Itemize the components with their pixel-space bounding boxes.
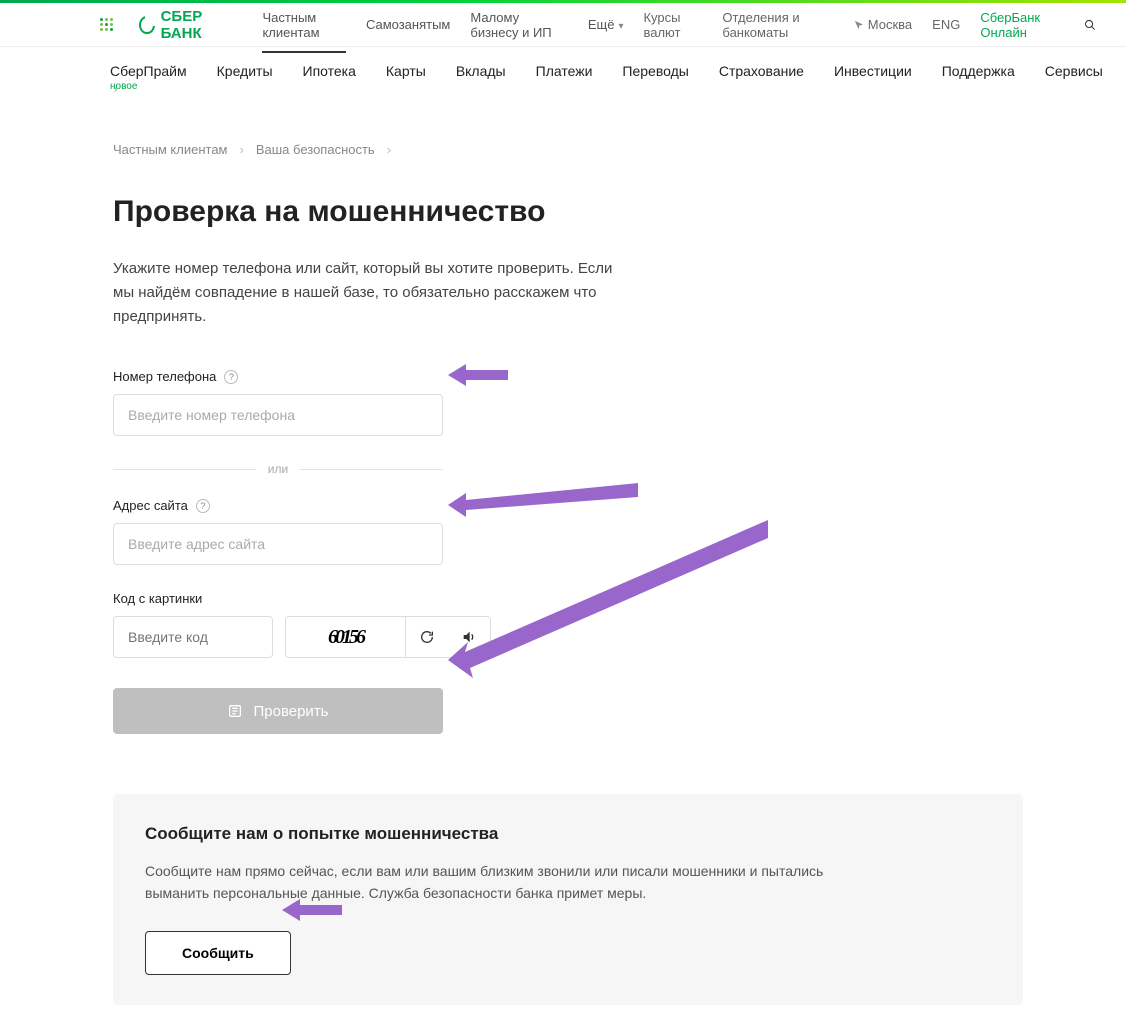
tab-more[interactable]: Ещё▾ xyxy=(588,5,624,44)
logo-ring-icon xyxy=(139,16,155,34)
page-container: Частным клиентам › Ваша безопасность › П… xyxy=(103,112,1023,1035)
captcha-row: 60156 xyxy=(113,616,1023,658)
tab-selfemployed[interactable]: Самозанятым xyxy=(366,5,450,44)
tab-private[interactable]: Частным клиентам xyxy=(262,0,346,52)
menu-icon[interactable] xyxy=(100,18,113,31)
site-label: Адрес сайта ? xyxy=(113,498,1023,513)
report-text: Сообщите нам прямо сейчас, если вам или … xyxy=(145,860,885,905)
audio-captcha-button[interactable] xyxy=(448,617,490,657)
captcha-image: 60156 xyxy=(286,617,406,657)
captcha-input[interactable] xyxy=(113,616,273,658)
link-lang[interactable]: ENG xyxy=(932,17,960,32)
shield-search-icon xyxy=(227,703,243,719)
phone-input[interactable] xyxy=(113,394,443,436)
phone-label: Номер телефона ? xyxy=(113,369,1023,384)
report-button[interactable]: Сообщить xyxy=(145,931,291,975)
logo[interactable]: СБЕР БАНК xyxy=(139,8,232,42)
speaker-icon xyxy=(461,629,477,645)
report-heading: Сообщите нам о попытке мошенничества xyxy=(145,824,991,844)
nav-mortgage[interactable]: Ипотека xyxy=(303,63,356,95)
nav-services[interactable]: Сервисы xyxy=(1045,63,1103,95)
search-icon[interactable] xyxy=(1084,17,1096,33)
captcha-label: Код с картинки xyxy=(113,591,1023,606)
crumb-sep: › xyxy=(240,142,244,157)
nav-deposits[interactable]: Вклады xyxy=(456,63,506,95)
nav-insurance[interactable]: Страхование xyxy=(719,63,804,95)
tab-business[interactable]: Малому бизнесу и ИП xyxy=(470,0,567,52)
link-branches[interactable]: Отделения и банкоматы xyxy=(722,10,833,40)
nav-transfers[interactable]: Переводы xyxy=(622,63,688,95)
chevron-down-icon: ▾ xyxy=(618,21,623,32)
refresh-icon xyxy=(419,629,435,645)
nav-invest[interactable]: Инвестиции xyxy=(834,63,912,95)
check-button[interactable]: Проверить xyxy=(113,688,443,734)
top-header: СБЕР БАНК Частным клиентам Самозанятым М… xyxy=(0,3,1126,47)
lead-text: Укажите номер телефона или сайт, который… xyxy=(113,257,633,329)
page-title: Проверка на мошенничество xyxy=(113,195,1023,229)
location-icon xyxy=(854,20,864,30)
nav-cards[interactable]: Карты xyxy=(386,63,426,95)
crumb-sep: › xyxy=(387,142,391,157)
help-icon[interactable]: ? xyxy=(224,370,238,384)
nav-sberprime[interactable]: СберПрайм ›новое xyxy=(110,63,187,95)
link-online[interactable]: СберБанк Онлайн xyxy=(980,10,1064,40)
audience-tabs: Частным клиентам Самозанятым Малому бизн… xyxy=(262,0,623,52)
city-selector[interactable]: Москва xyxy=(854,17,912,32)
nav-payments[interactable]: Платежи xyxy=(536,63,593,95)
report-box: Сообщите нам о попытке мошенничества Соо… xyxy=(113,794,1023,1005)
site-input[interactable] xyxy=(113,523,443,565)
brand-text: СБЕР БАНК xyxy=(161,8,233,42)
crumb-security[interactable]: Ваша безопасность xyxy=(256,142,375,157)
refresh-captcha-button[interactable] xyxy=(406,617,448,657)
header-right: Курсы валют Отделения и банкоматы Москва… xyxy=(643,10,1096,40)
help-icon[interactable]: ? xyxy=(196,499,210,513)
nav-credits[interactable]: Кредиты xyxy=(217,63,273,95)
captcha-box: 60156 xyxy=(285,616,491,658)
link-rates[interactable]: Курсы валют xyxy=(643,10,702,40)
crumb-home[interactable]: Частным клиентам xyxy=(113,142,228,157)
or-separator: или xyxy=(113,462,443,476)
main-nav: СберПрайм ›новое Кредиты Ипотека Карты В… xyxy=(0,47,1126,112)
badge-new: новое xyxy=(110,81,137,92)
nav-support[interactable]: Поддержка xyxy=(942,63,1015,95)
breadcrumb: Частным клиентам › Ваша безопасность › xyxy=(113,142,1023,157)
